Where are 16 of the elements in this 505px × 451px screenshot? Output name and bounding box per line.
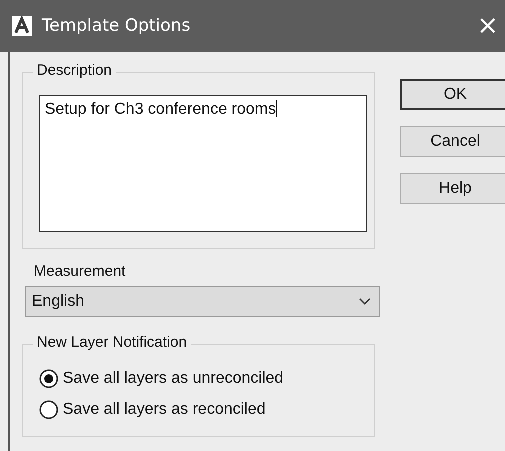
radio-label[interactable]: Save all layers as reconciled	[63, 400, 266, 418]
radio-button[interactable]	[39, 368, 59, 388]
dialog-button[interactable]: Help	[400, 173, 505, 204]
measurement-label: Measurement	[34, 263, 127, 280]
close-button[interactable]: ×	[471, 11, 505, 41]
radio-label[interactable]: Save all layers as unreconciled	[63, 370, 284, 388]
description-field[interactable]: Setup for Ch3 conference rooms	[39, 95, 367, 232]
dialog-button[interactable]: OK	[400, 79, 505, 110]
measurement-dropdown[interactable]: English	[25, 286, 380, 317]
dialog-button[interactable]: Cancel	[400, 126, 505, 157]
chevron-down-icon	[359, 298, 371, 306]
app-icon	[12, 16, 32, 36]
window-title: Template Options	[42, 16, 192, 36]
group-label: New Layer Notification	[33, 334, 192, 351]
group-label: Description	[33, 62, 116, 79]
radio-button[interactable]	[39, 400, 59, 420]
